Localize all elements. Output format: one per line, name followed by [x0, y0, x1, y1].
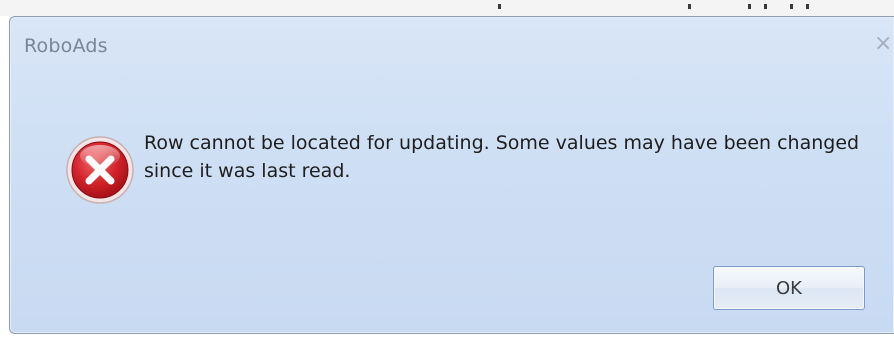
dialog-title: RoboAds	[24, 35, 108, 57]
background-mark	[806, 4, 809, 9]
close-icon[interactable]: ×	[874, 33, 892, 55]
background-mark	[498, 4, 501, 9]
message-dialog: RoboAds × Row cannot be located for upda…	[9, 16, 894, 334]
error-message: Row cannot be located for updating. Some…	[144, 132, 860, 182]
background-window-strip	[0, 0, 894, 16]
dialog-titlebar[interactable]: RoboAds ×	[10, 17, 894, 73]
dialog-body: Row cannot be located for updating. Some…	[11, 73, 894, 333]
background-mark	[688, 4, 691, 9]
background-mark	[748, 4, 751, 9]
background-mark	[764, 4, 767, 9]
error-icon	[66, 136, 134, 204]
background-mark	[790, 4, 793, 9]
ok-button[interactable]: OK	[713, 266, 865, 310]
